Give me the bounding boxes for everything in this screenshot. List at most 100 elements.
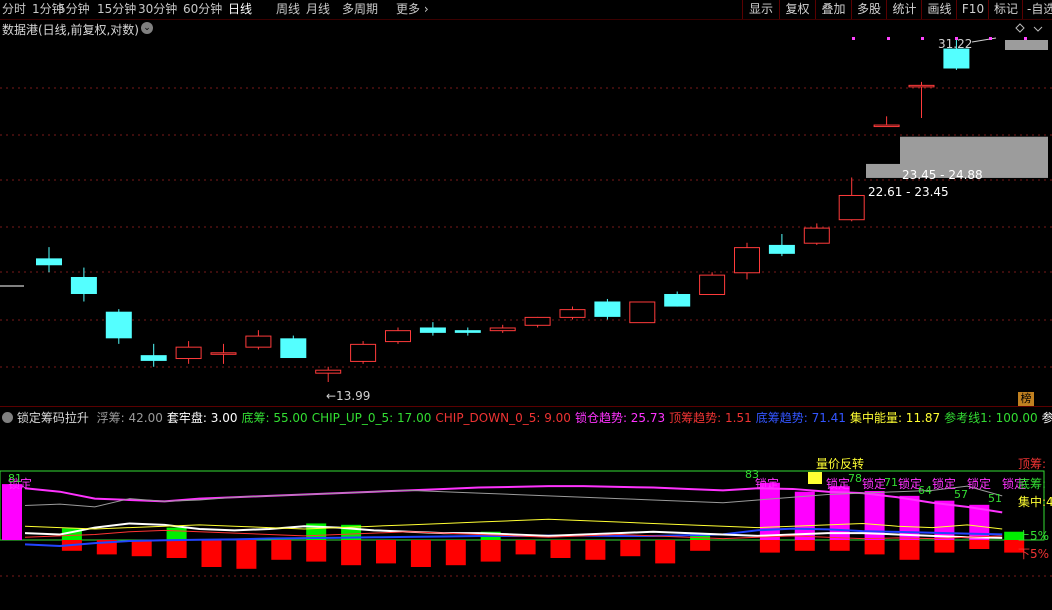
low-price-label: ←13.99 [326, 389, 370, 403]
chevron-down-icon[interactable]: ⌄ [141, 22, 153, 34]
lock-label: 锁定 [826, 476, 850, 491]
signal-dot [921, 37, 924, 40]
bar-value-label: 83 [745, 468, 759, 481]
chip-down-bar [794, 540, 815, 551]
rank-badge[interactable]: 榜 [1018, 392, 1034, 406]
period-tab-7[interactable]: 周线 [276, 1, 300, 18]
panel-divider [0, 406, 1052, 407]
annotation-marker [808, 472, 822, 484]
toolbar-button-2[interactable]: 叠加 [815, 0, 851, 19]
chip-down-bar [899, 540, 920, 560]
lock-label: 锁定 [967, 476, 991, 491]
concentration-line [24, 518, 1003, 530]
toolbar-button-7[interactable]: 标记 [988, 0, 1023, 19]
legend-item-7: 底筹趋势: 71.41 [755, 411, 846, 425]
indicator-chart: 锁定 锁定 锁定 锁定 锁定 锁定 锁定 锁定81 83 78 7164 57 51量价反转 顶筹:底筹:… [0, 456, 1052, 577]
period-tab-5[interactable]: 60分钟 [183, 1, 222, 18]
period-tab-4[interactable]: 30分钟 [138, 1, 177, 18]
toolbar-button-3[interactable]: 多股 [851, 0, 886, 19]
lock-chip-bar [899, 495, 920, 540]
chip-down-bar [864, 540, 885, 555]
period-toolbar: 分时 1分钟 5分钟 15分钟 30分钟 60分钟 日线 周线 月线 多周期 更多 › 显示 复权 叠加多… [0, 0, 1052, 20]
legend-item-8: 集中能量: 11.87 [849, 411, 941, 425]
indicator-legend: 锁定筹码拉升 浮筹: 42.00 套牢盘: 3.00 底筹: 55.00 CHIP_U… [0, 409, 1052, 425]
chip-down-bar [410, 540, 431, 567]
chip-down-bar [376, 540, 396, 564]
candle-body [768, 244, 795, 254]
period-tab-9[interactable]: 多周期 [342, 1, 378, 18]
bar-value-label: 78 [848, 472, 862, 485]
legend-item-10: 参考线2: [1041, 411, 1052, 425]
chip-down-bar [480, 540, 501, 562]
candle-body [873, 124, 900, 128]
candle-body [524, 316, 551, 326]
bar-value-label: 57 [954, 488, 968, 501]
candle-body [70, 276, 97, 294]
bar-value-label: 64 [918, 484, 932, 497]
indicator-legend-values: 浮筹: 42.00 套牢盘: 3.00 底筹: 55.00 CHIP_UP_0_5: … [97, 411, 1052, 425]
indicator-name: 锁定筹码拉升 [16, 411, 89, 425]
high-price-arrow [971, 37, 997, 43]
candle-body [489, 327, 516, 332]
lock-label: 锁定 [932, 476, 956, 491]
chip-down-bar [445, 540, 466, 566]
candle-body [140, 355, 167, 361]
legend-item-5: 锁仓趋势: 25.73 [574, 411, 666, 425]
lock-label: 锁定 [862, 476, 886, 491]
chip-down-bar [585, 540, 606, 560]
period-tab-0[interactable]: 分时 [2, 1, 26, 18]
candle-body [385, 330, 411, 343]
period-tab-6[interactable]: 日线 [228, 1, 252, 18]
toolbar-button-4[interactable]: 统计 [886, 0, 922, 19]
candle-body [838, 194, 865, 221]
legend-item-2: 底筹: 55.00 [241, 411, 308, 425]
period-tab-10[interactable]: 更多 › [396, 1, 429, 18]
candle-body [594, 301, 621, 317]
bar-value-label: 71 [884, 476, 898, 489]
signal-dot [955, 37, 958, 40]
toolbar-button-8[interactable]: -自选 [1022, 0, 1052, 19]
period-tab-3[interactable]: 15分钟 [97, 1, 136, 18]
lock-trend-line [24, 485, 1003, 514]
signal-dot [887, 37, 890, 40]
signal-dot [852, 37, 855, 40]
candle-body [908, 84, 935, 88]
chip-down-bar [201, 540, 222, 567]
candle-body [105, 311, 132, 339]
toolbar-button-6[interactable]: F10 [956, 0, 989, 19]
candle-body [36, 258, 62, 266]
toolbar-button-1[interactable]: 复权 [779, 0, 815, 19]
chart-title: 数据港(日线,前复权,对数) [2, 23, 139, 37]
price-chart-panel[interactable]: ←13.99 31.22 23.45 - 24.88 22.61 - 23.45 数据… [0, 20, 1052, 406]
chip-down-bar [341, 540, 362, 566]
candle-body [629, 301, 656, 324]
right-value-label: 顶筹: [1018, 457, 1046, 471]
toolbar-button-0[interactable]: 显示 [742, 0, 779, 19]
chip-down-bar [550, 540, 571, 558]
float-chip-line [24, 485, 1003, 508]
candle-body [559, 309, 586, 318]
candle-body [245, 335, 272, 348]
chip-range-bar [1005, 40, 1048, 50]
diamond-icon [1015, 23, 1025, 33]
annotation-label: 量价反转 [816, 456, 864, 471]
legend-item-0: 浮筹: 42.00 [96, 411, 163, 425]
candle-body [664, 293, 691, 307]
candle-body [943, 48, 970, 69]
indicator-settings-icon[interactable] [2, 412, 13, 423]
bar-value-label: 81 [8, 472, 22, 485]
chip-down-bar [131, 540, 152, 557]
candle-body [803, 227, 830, 244]
chip-down-bar [934, 540, 955, 553]
right-value-label: 集中:4 [1018, 494, 1052, 509]
lock-chip-bar [759, 482, 780, 540]
chip-down-bar [166, 540, 187, 558]
period-tab-2[interactable]: 5分钟 [58, 1, 90, 18]
chevron-down-icon [1033, 26, 1043, 32]
candle-body [350, 343, 377, 362]
period-tab-8[interactable]: 月线 [306, 1, 330, 18]
chip-down-bar [236, 540, 257, 569]
candle-body [175, 346, 202, 360]
toolbar-button-5[interactable]: 画线 [921, 0, 957, 19]
chip-down-bar [620, 540, 641, 557]
